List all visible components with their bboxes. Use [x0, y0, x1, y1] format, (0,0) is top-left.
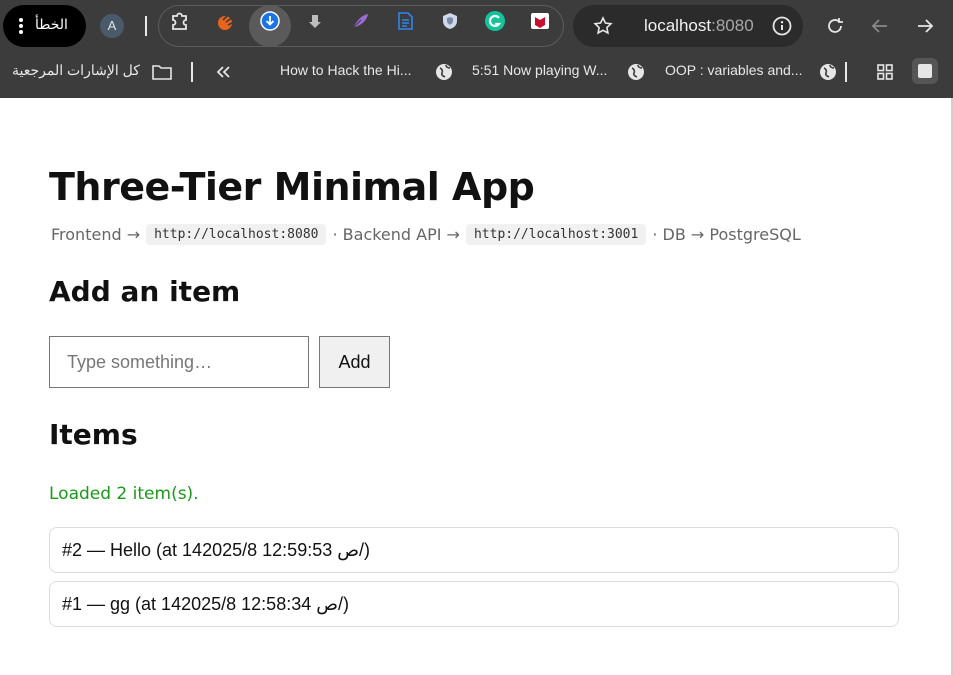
list-item-text: #2 — Hello (at 14ص 12:59:53 2025/8/) — [62, 540, 370, 560]
bookmarks-bar: كل الإشارات المرجعية How to Hack the Hi.… — [0, 52, 953, 92]
address-bar[interactable]: localhost:8080 — [573, 5, 803, 47]
globe-icon — [624, 60, 648, 84]
toolbar-divider — [145, 16, 147, 36]
all-bookmarks-label[interactable]: كل الإشارات المرجعية — [12, 62, 140, 82]
architecture-line: Frontend → http://localhost:8080 · Backe… — [49, 224, 803, 245]
url-host: localhost — [644, 16, 712, 35]
bookmark-item[interactable]: 5:51 Now playing W... — [472, 62, 607, 82]
status-message: Loaded 2 item(s). — [49, 484, 199, 504]
feather-extension-icon[interactable] — [349, 10, 371, 32]
bookmarks-divider — [845, 62, 847, 82]
bookmark-item[interactable]: OOP : variables and... — [665, 62, 802, 82]
frontend-url: http://localhost:8080 — [146, 224, 327, 245]
add-item-heading: Add an item — [49, 275, 241, 308]
item-input[interactable] — [49, 336, 309, 388]
items-heading: Items — [49, 418, 138, 451]
reload-icon[interactable] — [823, 14, 847, 38]
page-title: Three-Tier Minimal App — [49, 165, 535, 209]
apps-grid-icon[interactable] — [873, 60, 897, 84]
mcafee-icon[interactable] — [529, 10, 551, 32]
folder-icon[interactable] — [150, 60, 174, 84]
grammarly-icon[interactable] — [484, 10, 506, 32]
swirl-extension-icon[interactable] — [215, 10, 237, 32]
globe-icon — [432, 60, 456, 84]
error-menu-label: الخطأ — [35, 17, 68, 33]
browser-toolbar: الخطأ A localhost:8080 — [0, 0, 953, 52]
bookmarks-divider — [191, 62, 193, 82]
add-button[interactable]: Add — [319, 336, 390, 388]
side-panel-icon[interactable] — [912, 58, 938, 84]
star-icon[interactable] — [591, 14, 615, 38]
forward-disabled-icon[interactable] — [868, 14, 892, 38]
more-vert-icon — [19, 18, 23, 34]
browser-chrome: الخطأ A localhost:8080 كل الإشارات المرج… — [0, 0, 953, 98]
url-port: :8080 — [711, 16, 754, 35]
download-arrow-icon[interactable] — [304, 10, 326, 32]
globe-icon — [816, 60, 840, 84]
bookmark-item[interactable]: How to Hack the Hi... — [280, 62, 412, 82]
list-item-text: #1 — gg (at 14ص 12:58:34 2025/8/) — [62, 594, 349, 614]
site-info-icon[interactable] — [770, 14, 794, 38]
frontend-label: Frontend → — [51, 225, 141, 244]
shield-extension-icon[interactable] — [439, 10, 461, 32]
error-menu-button[interactable]: الخطأ — [3, 5, 86, 47]
list-item: #2 — Hello (at 14ص 12:59:53 2025/8/) — [49, 527, 899, 573]
db-label: · DB → PostgreSQL — [652, 225, 801, 244]
list-item: #1 — gg (at 14ص 12:58:34 2025/8/) — [49, 581, 899, 627]
page-content: Three-Tier Minimal App Frontend → http:/… — [0, 98, 953, 675]
profile-avatar[interactable]: A — [100, 14, 124, 38]
backend-url: http://localhost:3001 — [465, 224, 647, 245]
document-extension-icon[interactable] — [394, 10, 416, 32]
download-manager-icon[interactable] — [259, 10, 281, 32]
back-icon[interactable] — [913, 14, 937, 38]
puzzle-icon[interactable] — [169, 10, 191, 32]
url-text[interactable]: localhost:8080 — [644, 16, 754, 36]
chevron-double-left-icon[interactable] — [211, 60, 235, 84]
backend-label: · Backend API → — [332, 225, 460, 244]
